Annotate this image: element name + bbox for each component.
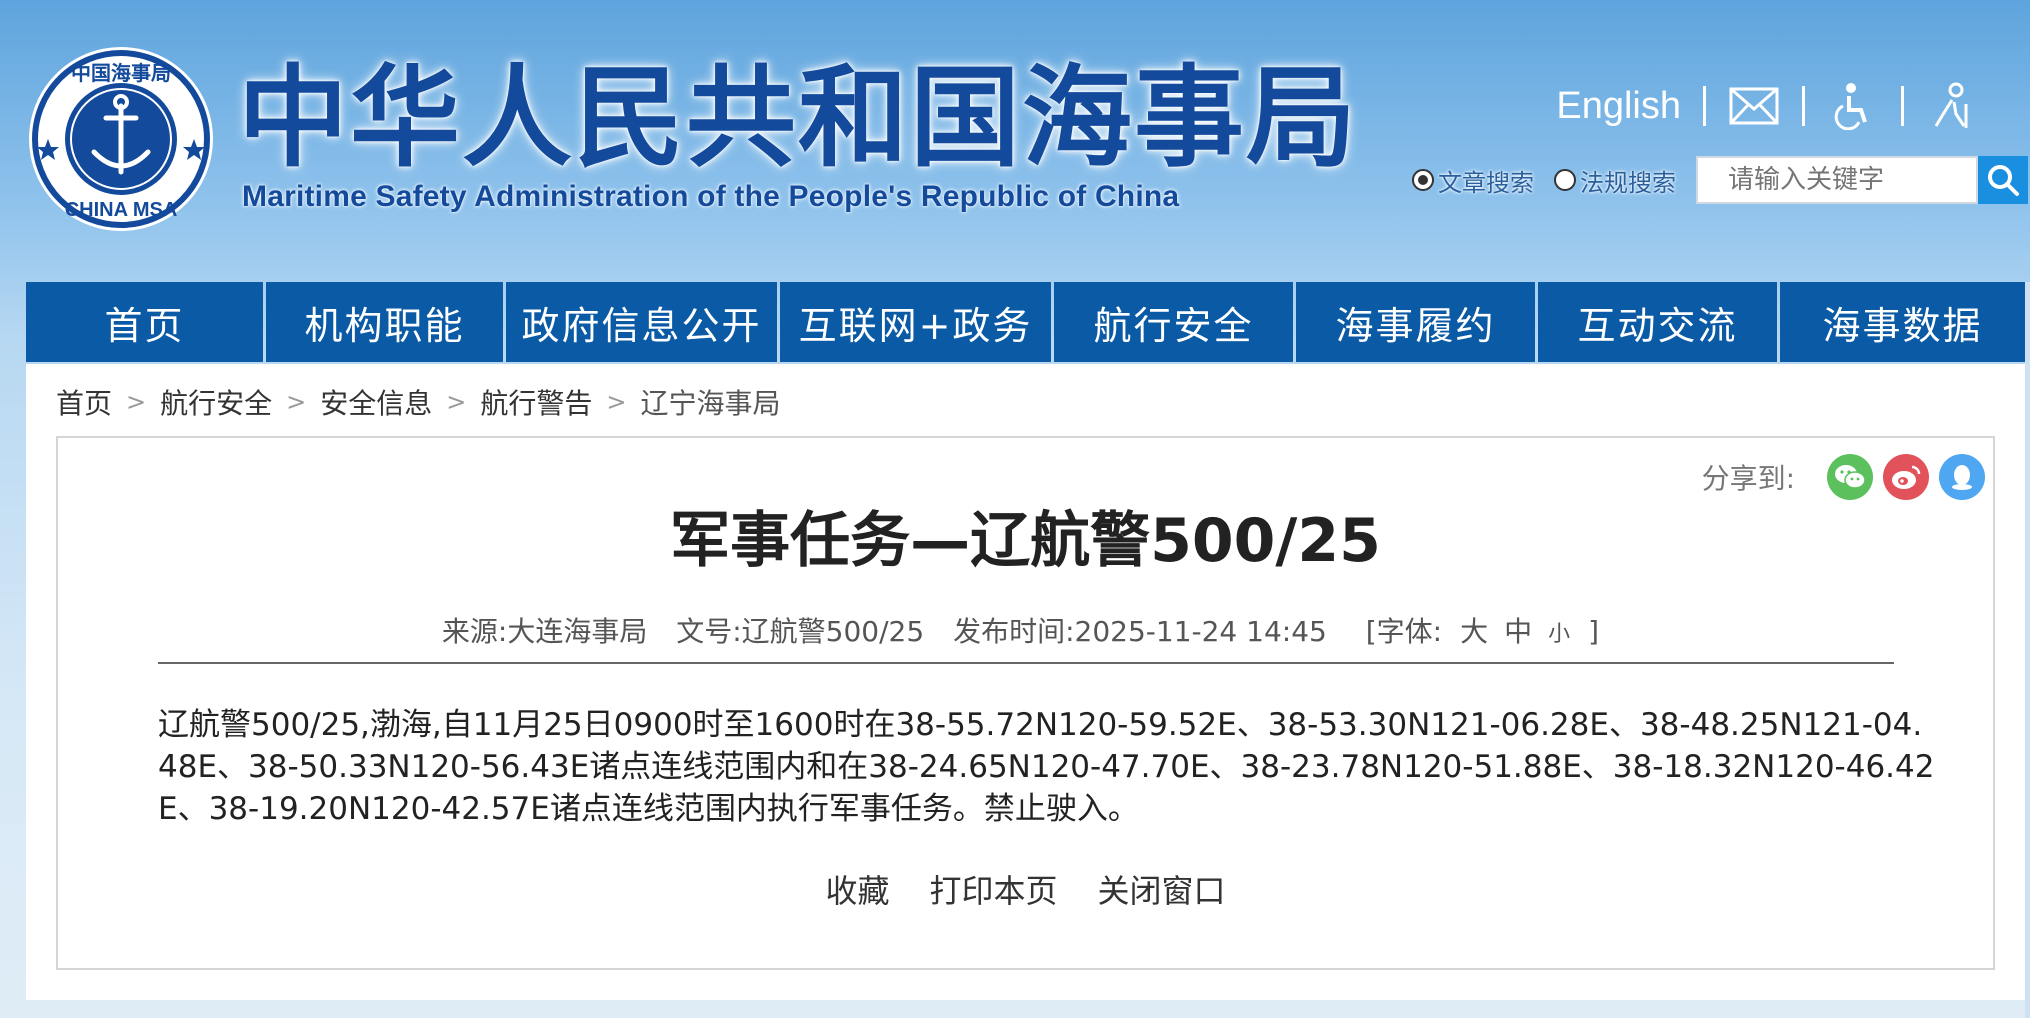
breadcrumb-item-navigation-warning[interactable]: 航行警告 — [480, 382, 592, 422]
share-label: 分享到: — [1701, 462, 1795, 495]
font-size-control: [字体: 大中小] — [1356, 615, 1609, 648]
article-box: 分享到: 军事任务—辽航警500/25 来源:大连海事局 文号:辽航警500/2… — [56, 436, 1995, 970]
font-size-close: ] — [1588, 615, 1600, 648]
font-size-label: [字体: — [1365, 615, 1443, 648]
article-publish-time: 发布时间:2025-11-24 14:45 — [953, 615, 1327, 648]
radio-article-search[interactable]: 文章搜索 — [1412, 163, 1534, 198]
nav-item-gov-info[interactable]: 政府信息公开 — [506, 282, 777, 362]
search-icon — [1988, 165, 2019, 196]
breadcrumb-separator: > — [126, 388, 147, 416]
radio-label: 法规搜索 — [1580, 168, 1676, 197]
mail-icon[interactable] — [1728, 80, 1780, 132]
print-button[interactable]: 打印本页 — [929, 866, 1057, 912]
nav-item-home[interactable]: 首页 — [26, 282, 263, 362]
site-header: 中国海事局 CHINA MSA 中华人民共和国海事局 Maritime Safe… — [0, 0, 2030, 280]
article-title: 军事任务—辽航警500/25 — [670, 506, 1381, 576]
nav-item-maritime-data[interactable]: 海事数据 — [1780, 282, 2025, 362]
article-body: 辽航警500/25,渤海,自11月25日0900时至1600时在38-55.72… — [158, 707, 1935, 827]
radio-circle[interactable] — [1554, 169, 1576, 191]
main-nav: 首页 机构职能 政府信息公开 互联网+政务 航行安全 海事履约 互动交流 海事数… — [26, 282, 2025, 362]
divider — [1703, 86, 1706, 126]
breadcrumb-separator: > — [286, 388, 307, 416]
close-window-button[interactable]: 关闭窗口 — [1098, 866, 1226, 912]
article-doc-number: 文号:辽航警500/25 — [676, 615, 925, 648]
page-edge — [2025, 282, 2030, 1018]
nav-item-functions[interactable]: 机构职能 — [266, 282, 503, 362]
msa-emblem-icon[interactable]: 中国海事局 CHINA MSA — [26, 44, 216, 234]
nav-item-maritime-compliance[interactable]: 海事履约 — [1296, 282, 1535, 362]
nav-item-internet-gov[interactable]: 互联网+政务 — [780, 282, 1051, 362]
article-source: 来源:大连海事局 — [441, 615, 648, 648]
favorite-button[interactable]: 收藏 — [825, 866, 889, 912]
site-title-cn[interactable]: 中华人民共和国海事局 — [238, 58, 1358, 178]
breadcrumb-item-liaoning-msa[interactable]: 辽宁海事局 — [641, 382, 781, 422]
search-button[interactable] — [1978, 156, 2028, 204]
divider — [1901, 86, 1904, 126]
radio-regulation-search[interactable]: 法规搜索 — [1554, 163, 1676, 198]
breadcrumb: 首页 > 航行安全 > 安全信息 > 航行警告 > 辽宁海事局 — [56, 382, 781, 422]
site-title-en: Maritime Safety Administration of the Pe… — [242, 180, 1180, 213]
font-size-large[interactable]: 大 — [1460, 615, 1488, 648]
search-input[interactable] — [1696, 156, 1978, 204]
divider — [1802, 86, 1805, 126]
nav-item-navigation-safety[interactable]: 航行安全 — [1054, 282, 1293, 362]
top-links: English — [1556, 78, 1978, 134]
breadcrumb-item-navigation-safety[interactable]: 航行安全 — [160, 382, 272, 422]
breadcrumb-separator: > — [606, 388, 627, 416]
search-bar: 文章搜索 法规搜索 — [1412, 156, 2028, 204]
accessibility-icon[interactable] — [1827, 80, 1879, 132]
font-size-small[interactable]: 小 — [1548, 622, 1570, 647]
english-link[interactable]: English — [1556, 85, 1681, 128]
title-divider — [158, 662, 1894, 664]
emblem-top-text: 中国海事局 — [71, 61, 171, 85]
breadcrumb-separator: > — [446, 388, 467, 416]
font-size-medium[interactable]: 中 — [1504, 615, 1532, 648]
article-actions: 收藏 打印本页 关闭窗口 — [58, 866, 1993, 912]
nav-item-interaction[interactable]: 互动交流 — [1538, 282, 1777, 362]
emblem-bottom-text: CHINA MSA — [65, 199, 178, 221]
radio-label: 文章搜索 — [1438, 168, 1534, 197]
content-panel: 首页 > 航行安全 > 安全信息 > 航行警告 > 辽宁海事局 分享到: 军事任… — [26, 364, 2025, 1000]
article-meta: 来源:大连海事局 文号:辽航警500/25 发布时间:2025-11-24 14… — [58, 610, 1993, 650]
elderly-care-icon[interactable] — [1926, 80, 1978, 132]
breadcrumb-item-home[interactable]: 首页 — [56, 382, 112, 422]
breadcrumb-item-safety-info[interactable]: 安全信息 — [320, 382, 432, 422]
radio-circle-selected[interactable] — [1412, 169, 1434, 191]
